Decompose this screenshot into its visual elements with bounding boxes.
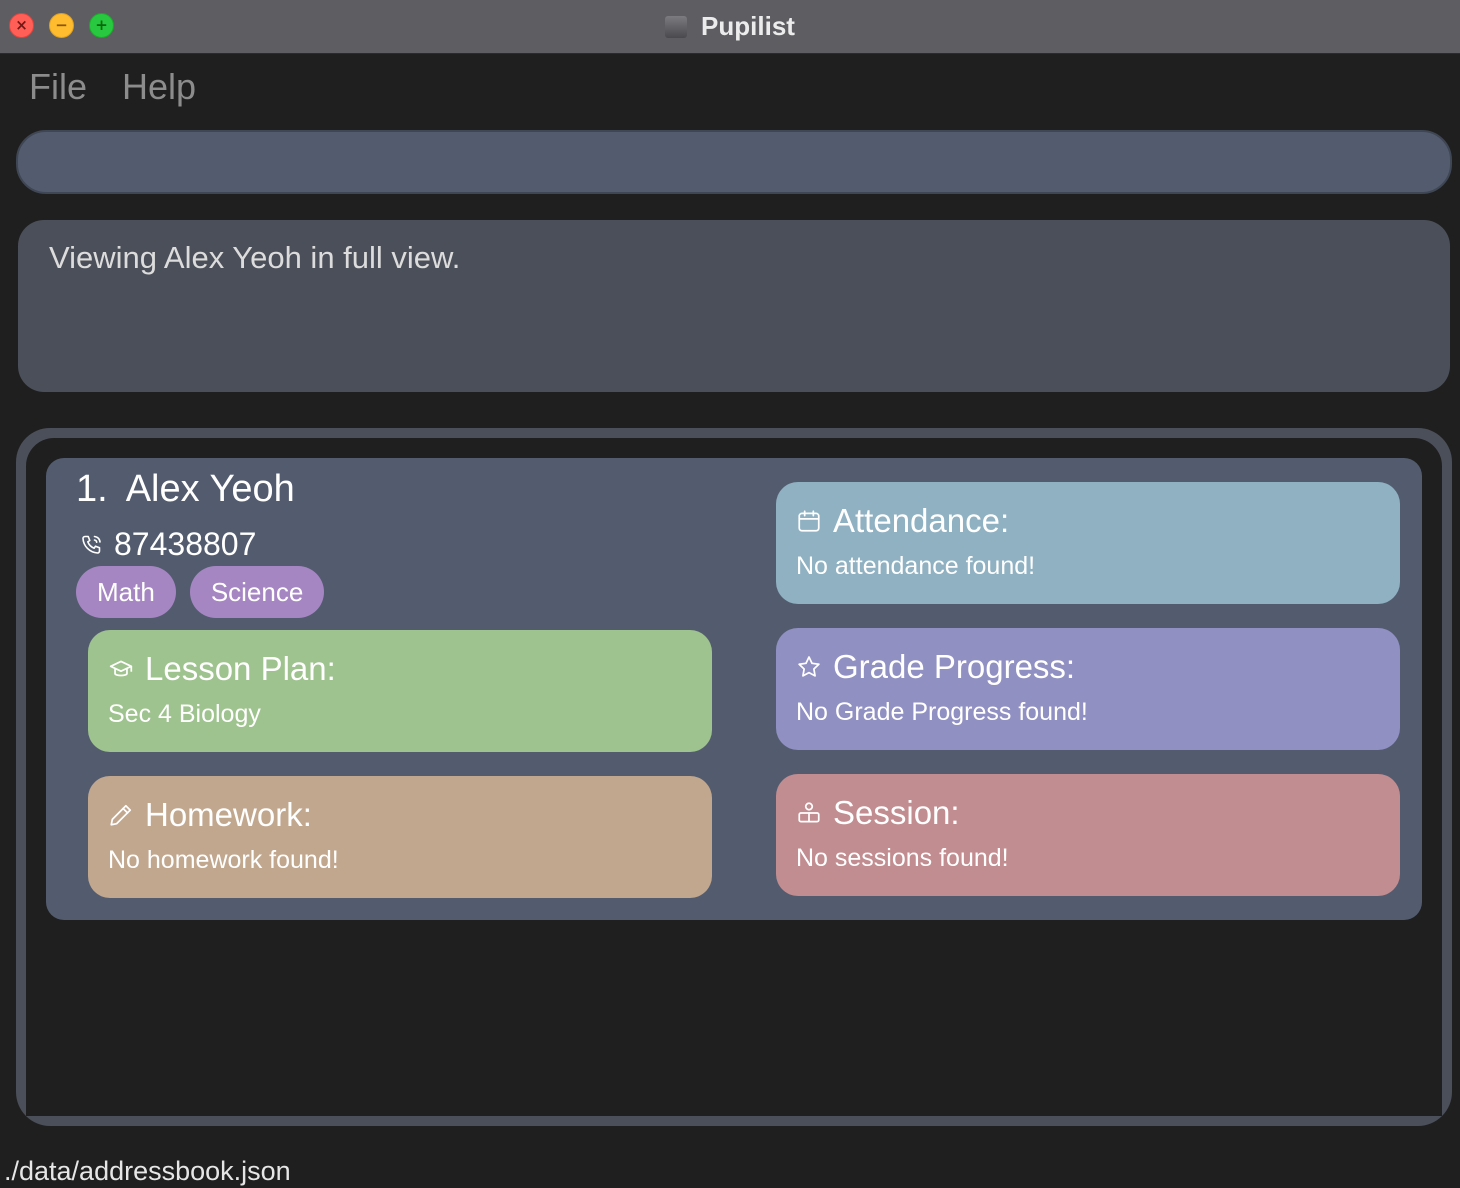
person-index: 1. bbox=[76, 468, 108, 510]
lesson-plan-value: Sec 4 Biology bbox=[108, 700, 261, 728]
star-icon bbox=[798, 656, 820, 677]
lesson-plan-title: Lesson Plan: bbox=[145, 650, 336, 687]
window-title: Pupilist bbox=[701, 11, 795, 41]
tag-list: Math Science bbox=[76, 566, 338, 618]
phone-row: 87438807 bbox=[80, 526, 256, 563]
homework-box: Homework: No homework found! bbox=[88, 776, 712, 898]
grade-progress-box: Grade Progress: No Grade Progress found! bbox=[776, 628, 1400, 750]
attendance-title: Attendance: bbox=[833, 502, 1010, 539]
lesson-plan-box: Lesson Plan: Sec 4 Biology bbox=[88, 630, 712, 752]
graduation-cap-icon bbox=[109, 660, 133, 677]
tag-math: Math bbox=[76, 566, 176, 618]
menu-file[interactable]: File bbox=[29, 66, 87, 108]
session-title: Session: bbox=[833, 794, 960, 831]
phone-icon bbox=[82, 535, 101, 554]
session-box: Session: No sessions found! bbox=[776, 774, 1400, 896]
person-card[interactable]: 1. Alex Yeoh 87438807 Math Science Lesson… bbox=[46, 458, 1422, 920]
attendance-box: Attendance: No attendance found! bbox=[776, 482, 1400, 604]
menu-help[interactable]: Help bbox=[122, 66, 196, 108]
person-name-row: 1. Alex Yeoh bbox=[76, 468, 295, 511]
grade-progress-value: No Grade Progress found! bbox=[796, 698, 1088, 726]
status-bar-path: ./data/addressbook.json bbox=[4, 1156, 291, 1186]
pencil-icon bbox=[110, 804, 132, 826]
window-title-container: Pupilist bbox=[0, 0, 1460, 53]
person-phone: 87438807 bbox=[114, 526, 257, 562]
result-display[interactable]: Viewing Alex Yeoh in full view. bbox=[18, 220, 1450, 392]
command-input[interactable] bbox=[16, 130, 1452, 194]
grade-progress-title: Grade Progress: bbox=[833, 648, 1076, 685]
attendance-value: No attendance found! bbox=[796, 552, 1036, 580]
person-name: Alex Yeoh bbox=[125, 468, 295, 510]
tag-science: Science bbox=[189, 566, 325, 618]
homework-title: Homework: bbox=[145, 796, 312, 833]
menu-bar: File Help bbox=[0, 54, 1460, 120]
result-message: Viewing Alex Yeoh in full view. bbox=[49, 240, 461, 275]
homework-value: No homework found! bbox=[108, 846, 339, 874]
session-icon bbox=[798, 802, 820, 823]
session-value: No sessions found! bbox=[796, 844, 1009, 872]
app-icon bbox=[665, 15, 688, 38]
title-bar: × − + Pupilist bbox=[0, 0, 1460, 54]
calendar-icon bbox=[798, 510, 820, 532]
